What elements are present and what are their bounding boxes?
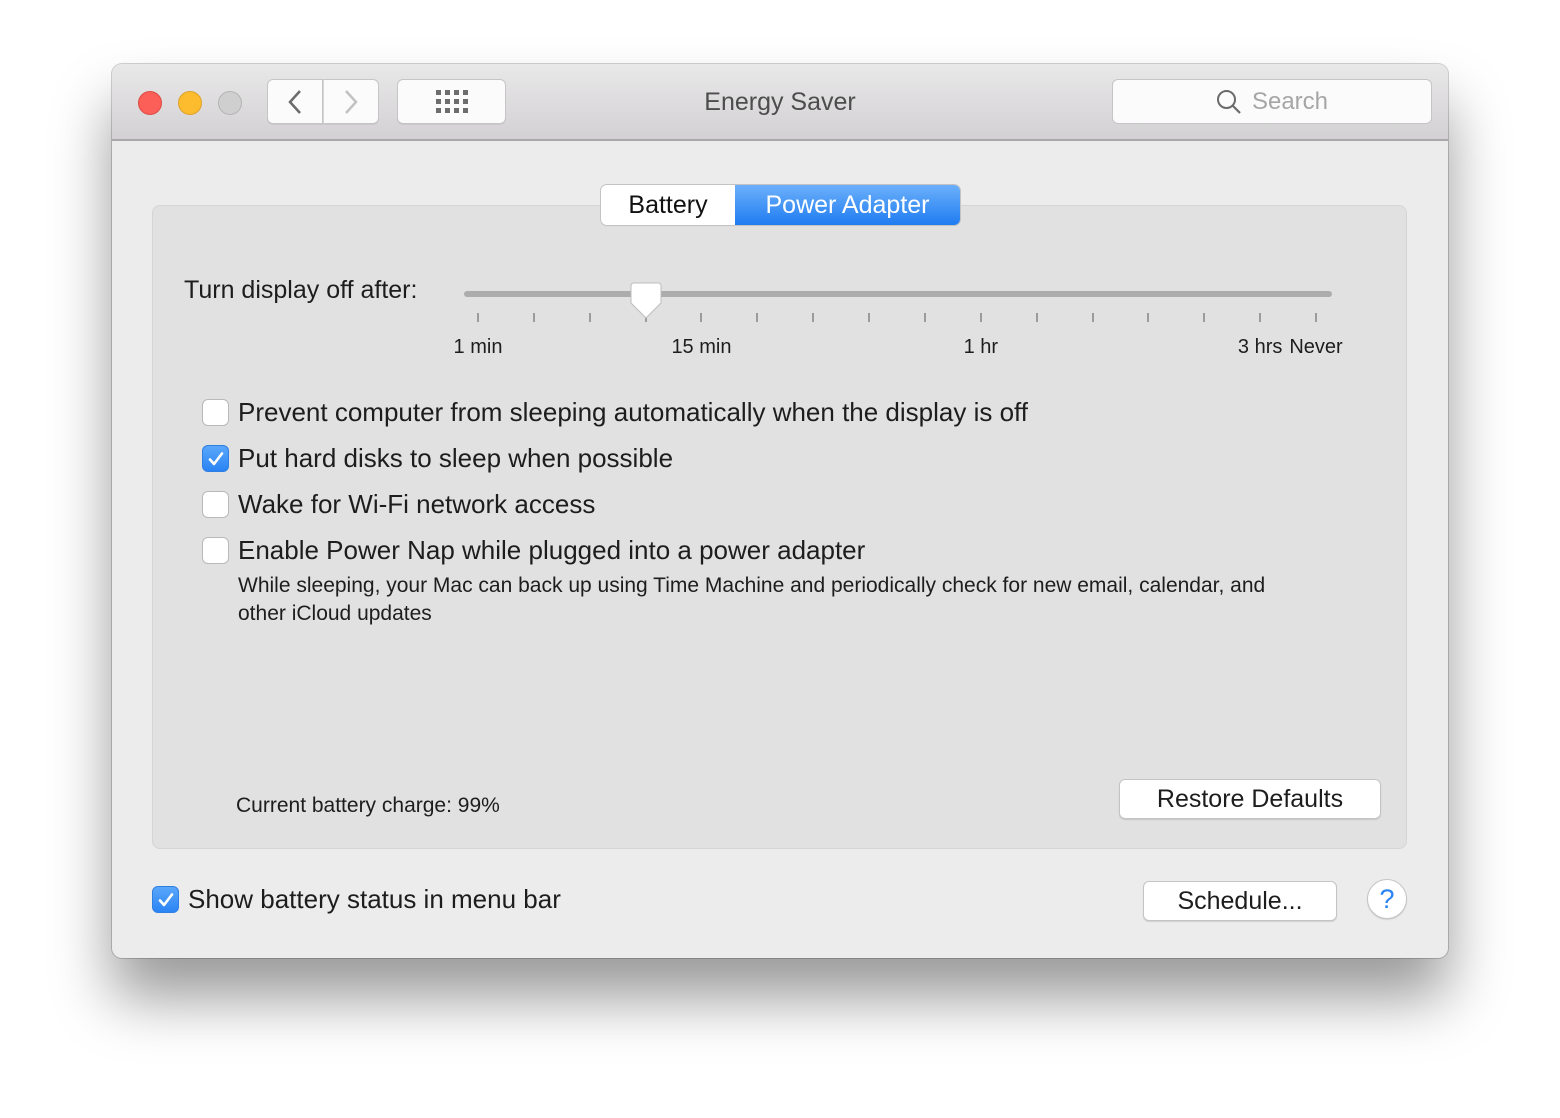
question-mark-icon: ? (1379, 883, 1395, 914)
title-bar: Energy Saver Search (112, 64, 1448, 141)
slider-tick (756, 313, 759, 322)
search-field[interactable]: Search (1112, 79, 1432, 124)
magnifier-icon (1216, 89, 1241, 114)
checkbox[interactable] (202, 399, 229, 426)
option-label: Prevent computer from sleeping automatic… (238, 397, 1029, 427)
tab-power-adapter[interactable]: Power Adapter (735, 185, 960, 225)
checkbox[interactable] (202, 537, 229, 564)
option-label: Put hard disks to sleep when possible (238, 443, 674, 473)
option-prevent-sleep[interactable]: Prevent computer from sleeping automatic… (202, 397, 1028, 428)
tick-label: 1 hr (963, 336, 999, 358)
slider-tick (1259, 313, 1262, 322)
option-label: Enable Power Nap while plugged into a po… (238, 535, 866, 565)
search-placeholder: Search (1251, 87, 1329, 115)
schedule-button[interactable]: Schedule... (1143, 881, 1337, 921)
tab-battery[interactable]: Battery (601, 185, 735, 225)
checkmark-icon (158, 892, 173, 906)
option-power-nap[interactable]: Enable Power Nap while plugged into a po… (202, 535, 865, 566)
slider-tick (1091, 313, 1094, 322)
tick-label: 1 min (453, 336, 503, 358)
checkbox[interactable] (202, 491, 229, 518)
display-off-slider[interactable] (464, 291, 1332, 297)
help-button[interactable]: ? (1367, 879, 1407, 919)
slider-tick (923, 313, 926, 322)
energy-saver-window: Energy Saver Search Battery Power Adapte… (112, 64, 1448, 958)
checkmark-icon (208, 451, 223, 465)
slider-tick (812, 313, 815, 322)
slider-tick (1315, 313, 1317, 322)
checkbox[interactable] (152, 886, 179, 913)
checkbox[interactable] (202, 445, 229, 472)
option-disk-sleep[interactable]: Put hard disks to sleep when possible (202, 443, 673, 474)
slider-tick (979, 313, 982, 322)
slider-tick (1147, 313, 1150, 322)
display-off-label: Turn display off after: (184, 276, 418, 304)
tick-label: 15 min (671, 336, 732, 358)
option-label: Wake for Wi-Fi network access (238, 489, 596, 519)
power-nap-description: While sleeping, your Mac can back up usi… (238, 574, 1266, 625)
show-battery-status-option[interactable]: Show battery status in menu bar (152, 884, 561, 915)
tick-label: Never (1289, 336, 1343, 358)
restore-defaults-button[interactable]: Restore Defaults (1119, 779, 1381, 819)
slider-tick (700, 313, 703, 322)
slider-tick (532, 313, 535, 322)
slider-tick (477, 313, 479, 322)
slider-tick (1035, 313, 1038, 322)
slider-tick (868, 313, 871, 322)
battery-charge-status: Current battery charge: 99% (236, 794, 500, 817)
tick-label: 3 hrs (1237, 336, 1283, 358)
option-wake-wifi[interactable]: Wake for Wi-Fi network access (202, 489, 595, 520)
option-label: Show battery status in menu bar (188, 884, 561, 914)
slider-thumb[interactable] (630, 282, 662, 320)
slider-tick (588, 313, 591, 322)
source-tabs: Battery Power Adapter (601, 185, 960, 225)
slider-tick (1203, 313, 1206, 322)
